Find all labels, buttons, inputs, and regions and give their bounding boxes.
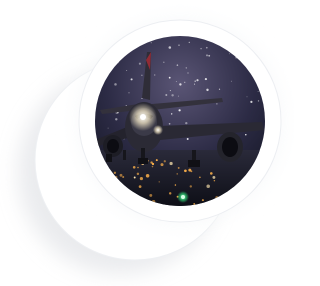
star: [169, 90, 171, 92]
runway-light: [199, 176, 201, 179]
star: [163, 61, 165, 64]
star: [107, 127, 109, 129]
star: [196, 79, 199, 82]
star: [200, 47, 202, 50]
runway-light: [145, 174, 150, 178]
runway-light: [158, 181, 160, 183]
page: [0, 0, 294, 286]
runway-light: [160, 163, 164, 167]
runway-light: [201, 199, 204, 202]
runway-light: [189, 185, 192, 188]
runway-light: [149, 193, 153, 197]
star: [165, 94, 168, 96]
star: [186, 138, 189, 140]
star: [175, 81, 177, 82]
star: [150, 42, 152, 44]
star: [218, 88, 221, 90]
star: [168, 122, 171, 125]
star: [257, 100, 260, 102]
star: [257, 90, 259, 92]
star: [141, 74, 143, 76]
runway-light: [188, 168, 192, 172]
star: [171, 113, 173, 115]
runway-light: [136, 172, 140, 176]
star: [246, 96, 248, 98]
runway-light: [132, 165, 136, 169]
runway-light: [169, 161, 173, 166]
runway-light: [184, 169, 187, 173]
runway-light: [139, 177, 143, 181]
star: [115, 118, 118, 121]
runway-light: [209, 172, 213, 175]
star: [216, 103, 218, 105]
star: [114, 83, 117, 86]
airplane-badge: [0, 0, 294, 286]
star: [141, 97, 143, 100]
star: [98, 54, 101, 57]
star: [178, 44, 180, 46]
star: [206, 88, 209, 92]
star: [194, 80, 196, 82]
star: [188, 41, 190, 44]
runway-light: [119, 173, 123, 177]
runway-light: [262, 194, 264, 197]
star: [184, 81, 186, 83]
star: [194, 83, 196, 85]
runway-light: [122, 175, 125, 179]
star: [176, 64, 179, 66]
runway-light: [137, 166, 139, 169]
star: [178, 109, 181, 112]
star: [168, 46, 172, 49]
runway-light: [151, 165, 154, 168]
runway-light: [177, 166, 180, 169]
star: [168, 76, 171, 79]
runway-light: [155, 159, 158, 162]
star: [205, 46, 208, 49]
star: [228, 53, 230, 55]
runway-light: [206, 184, 210, 188]
runway-light: [113, 171, 117, 174]
star: [208, 54, 211, 57]
runway-light: [168, 192, 172, 195]
star: [177, 95, 179, 97]
star: [126, 69, 128, 71]
star: [130, 78, 133, 81]
runway-light: [212, 175, 216, 179]
runway-light: [163, 160, 166, 163]
star: [154, 74, 156, 76]
star: [204, 78, 207, 81]
star: [128, 92, 130, 94]
runway-light: [193, 203, 196, 205]
runway-light: [133, 176, 136, 179]
runway-light: [138, 185, 142, 188]
runway-light: [213, 179, 216, 182]
runway-light: [176, 173, 178, 175]
star: [187, 72, 189, 74]
star: [250, 100, 253, 104]
star: [205, 54, 209, 57]
star: [185, 67, 188, 69]
star: [230, 80, 232, 82]
star: [138, 62, 141, 65]
star: [179, 83, 182, 86]
runway-light: [150, 161, 153, 164]
star: [185, 121, 188, 125]
star: [171, 94, 174, 97]
star: [245, 134, 247, 136]
runway-light: [174, 184, 177, 186]
